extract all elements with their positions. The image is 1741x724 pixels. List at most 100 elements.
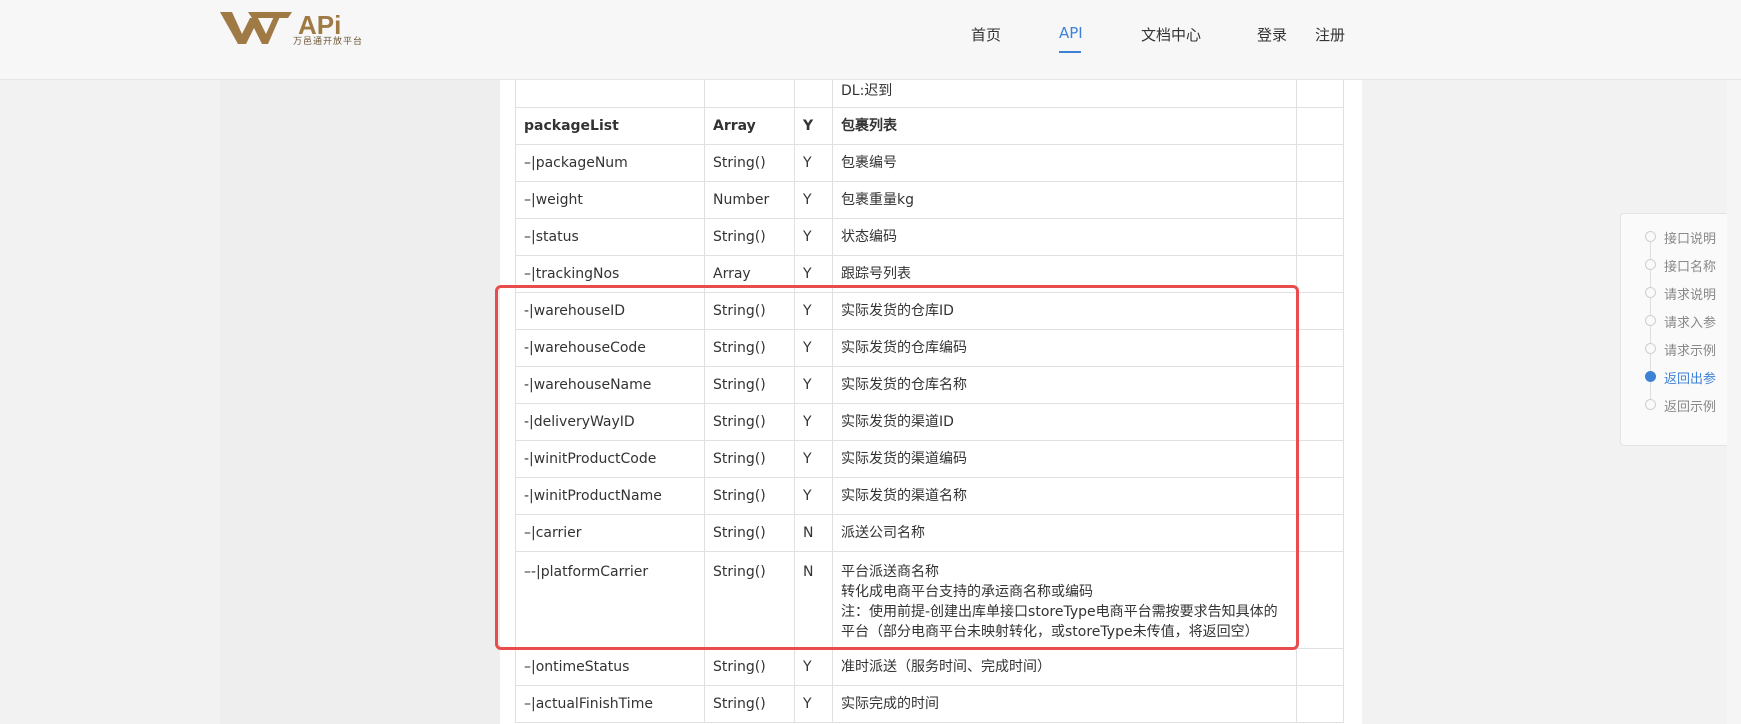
table-row: –|ontimeStatus String() Y 准时派送（服务时间、完成时间）: [515, 648, 1344, 686]
param-desc-cell: 包裹编号: [832, 144, 1297, 182]
param-type-cell: Array: [704, 255, 795, 293]
toc-item[interactable]: 请求入参: [1621, 306, 1739, 334]
param-desc-line: 实际发货的渠道名称: [841, 488, 967, 504]
param-type-cell: String(): [704, 292, 795, 330]
param-desc-line: 跟踪号列表: [841, 266, 911, 282]
table-row: –|weight Number Y 包裹重量kg: [515, 181, 1344, 219]
param-name-cell: –|ontimeStatus: [515, 648, 705, 686]
param-required-cell: Y: [794, 403, 833, 441]
param-name-cell: –|weight: [515, 181, 705, 219]
toc-dot-icon: [1645, 343, 1656, 354]
table-row: –|actualFinishTime String() Y 实际完成的时间: [515, 685, 1344, 723]
param-name-cell: -|winitProductCode: [515, 440, 705, 478]
param-note-cell: [1296, 366, 1344, 404]
param-required-cell: Y: [794, 366, 833, 404]
param-desc-cell: 实际发货的仓库编码: [832, 329, 1297, 367]
param-desc-cell: 状态编码: [832, 218, 1297, 256]
table-row: –-|platformCarrier String() N 平台派送商名称 转化成电商平…: [515, 551, 1344, 649]
nav-register[interactable]: 注册: [1315, 24, 1345, 45]
param-name-cell: -|warehouseName: [515, 366, 705, 404]
param-required-cell: Y: [794, 685, 833, 723]
table-row: -|warehouseCode String() Y 实际发货的仓库编码: [515, 329, 1344, 367]
param-note-cell: [1296, 80, 1344, 108]
param-desc-line: 包裹重量kg: [841, 192, 914, 208]
response-params-table: DL:迟到 packageList Array Y 包裹列表 –|packageNum St…: [515, 80, 1344, 723]
param-name-cell: -|warehouseID: [515, 292, 705, 330]
param-note-cell: [1296, 551, 1344, 649]
toc-item[interactable]: 接口名称: [1621, 250, 1739, 278]
param-type-cell: String(): [704, 477, 795, 515]
param-type-cell: String(): [704, 366, 795, 404]
logo-subtitle: 万邑通开放平台: [293, 37, 364, 47]
table-row: DL:迟到: [515, 80, 1344, 108]
param-required-cell: Y: [794, 144, 833, 182]
table-row: –|status String() Y 状态编码: [515, 218, 1344, 256]
param-desc-line: 包裹列表: [841, 118, 897, 134]
param-desc-cell: 包裹重量kg: [832, 181, 1297, 219]
nav-api[interactable]: API: [1059, 24, 1083, 42]
table-row: –|carrier String() N 派送公司名称: [515, 514, 1344, 552]
nav-home[interactable]: 首页: [971, 24, 1001, 45]
param-desc-cell: 实际发货的仓库ID: [832, 292, 1297, 330]
param-type-cell: String(): [704, 218, 795, 256]
param-desc-line: 派送公司名称: [841, 525, 925, 541]
param-desc-cell: DL:迟到: [832, 80, 1297, 108]
param-type-cell: String(): [704, 440, 795, 478]
param-required-cell: N: [794, 551, 833, 649]
toc-item[interactable]: 接口说明: [1621, 222, 1739, 250]
param-name-cell: –|carrier: [515, 514, 705, 552]
doc-content: DL:迟到 packageList Array Y 包裹列表 –|packageNum St…: [500, 80, 1362, 724]
param-desc-line: 平台派送商名称: [841, 564, 939, 580]
param-required-cell: Y: [794, 292, 833, 330]
param-name-cell: –|packageNum: [515, 144, 705, 182]
param-desc-cell: 实际完成的时间: [832, 685, 1297, 723]
nav-login[interactable]: 登录: [1257, 24, 1287, 45]
param-desc-cell: 包裹列表: [832, 107, 1297, 145]
toc-item[interactable]: 返回示例: [1621, 390, 1739, 418]
param-required-cell: Y: [794, 329, 833, 367]
param-type-cell: [704, 80, 795, 108]
scrollbar[interactable]: [1727, 80, 1741, 724]
param-desc-line: 包裹编号: [841, 155, 897, 171]
param-desc-line: 转化成电商平台支持的承运商名称或编码: [841, 584, 1093, 600]
nav-active-indicator: [1059, 51, 1081, 53]
param-required-cell: Y: [794, 648, 833, 686]
param-desc-cell: 实际发货的渠道名称: [832, 477, 1297, 515]
toc-item-label: 请求入参: [1664, 316, 1717, 331]
param-note-cell: [1296, 107, 1344, 145]
toc-item-label: 接口名称: [1664, 260, 1717, 275]
table-row: -|winitProductName String() Y 实际发货的渠道名称: [515, 477, 1344, 515]
param-desc-line: 实际完成的时间: [841, 696, 939, 712]
left-margin: [220, 80, 500, 724]
param-note-cell: [1296, 514, 1344, 552]
param-note-cell: [1296, 403, 1344, 441]
param-type-cell: String(): [704, 551, 795, 649]
param-note-cell: [1296, 255, 1344, 293]
param-note-cell: [1296, 440, 1344, 478]
param-desc-line: DL:迟到: [841, 83, 893, 99]
table-row: –|packageNum String() Y 包裹编号: [515, 144, 1344, 182]
toc-item-label: 返回示例: [1664, 400, 1717, 415]
param-name-cell: packageList: [515, 107, 705, 145]
param-desc-line: 平台（部分电商平台未映射转化，或storeType未传值，将返回空）: [841, 624, 1259, 640]
param-name-cell: -|deliveryWayID: [515, 403, 705, 441]
param-desc-cell: 跟踪号列表: [832, 255, 1297, 293]
toc-item[interactable]: 返回出参: [1621, 362, 1739, 390]
toc-dot-icon: [1645, 259, 1656, 270]
toc-item[interactable]: 请求示例: [1621, 334, 1739, 362]
toc-item-label: 请求说明: [1664, 288, 1717, 303]
param-note-cell: [1296, 292, 1344, 330]
toc-item-label: 请求示例: [1664, 344, 1717, 359]
nav-docs[interactable]: 文档中心: [1141, 24, 1201, 45]
param-note-cell: [1296, 685, 1344, 723]
param-desc-line: 实际发货的仓库名称: [841, 377, 967, 393]
toc-dot-icon: [1645, 371, 1656, 382]
param-desc-line: 实际发货的渠道编码: [841, 451, 967, 467]
param-desc-cell: 实际发货的仓库名称: [832, 366, 1297, 404]
param-desc-cell: 派送公司名称: [832, 514, 1297, 552]
toc-item[interactable]: 请求说明: [1621, 278, 1739, 306]
param-note-cell: [1296, 218, 1344, 256]
param-desc-line: 实际发货的仓库ID: [841, 303, 954, 319]
param-note-cell: [1296, 477, 1344, 515]
param-required-cell: Y: [794, 107, 833, 145]
